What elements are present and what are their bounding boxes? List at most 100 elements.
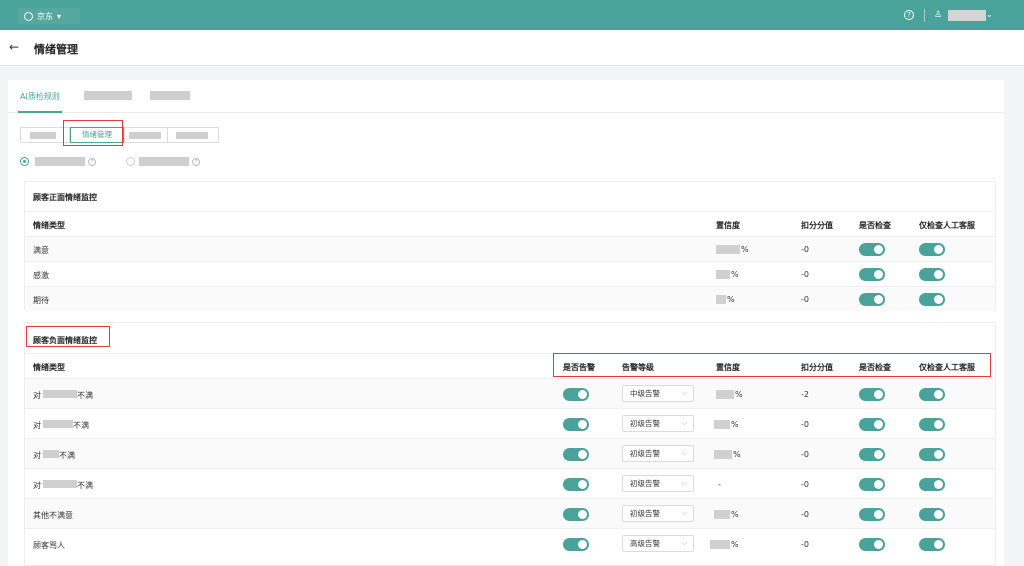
segment-label-redacted — [129, 132, 161, 139]
section-title: 顾客正面情绪监控 — [33, 193, 97, 202]
region-selector[interactable]: 京东 ▾ — [18, 8, 80, 24]
table-row: 对 不满 初级告警 ⌵ % -0 — [25, 408, 995, 438]
tab-redacted[interactable] — [84, 91, 132, 100]
only-agent-toggle[interactable] — [919, 243, 945, 256]
table-row: 顾客骂人 高级告警 ⌵ % -0 — [25, 528, 995, 558]
radio-option-2[interactable] — [126, 157, 135, 166]
user-icon[interactable]: ♙ — [934, 10, 943, 20]
select-value: 高级告警 — [630, 539, 660, 548]
main-card: AI质检规则 情绪管理 ? ? 顾客正面情绪监控 情绪类型 置信度 扣分分值 是… — [8, 80, 1004, 566]
alarm-level-select[interactable]: 初级告警 ⌵ — [622, 475, 694, 492]
check-toggle[interactable] — [859, 418, 885, 431]
check-toggle[interactable] — [859, 448, 885, 461]
tab-redacted[interactable] — [150, 91, 190, 100]
deduct-value: -0 — [801, 245, 809, 254]
table-row: 其他不满意 初级告警 ⌵ % -0 — [25, 498, 995, 528]
username-redacted[interactable] — [948, 10, 986, 21]
alarm-level-select[interactable]: 高级告警 ⌵ — [622, 535, 694, 552]
emotion-suffix: 不满 — [59, 451, 75, 460]
only-agent-toggle[interactable] — [919, 388, 945, 401]
divider — [924, 9, 925, 22]
emotion-type: 满意 — [33, 246, 49, 255]
confidence-unit: % — [733, 450, 741, 459]
segment-label-redacted — [30, 132, 56, 139]
emotion-target-redacted — [43, 390, 77, 398]
chevron-down-icon: ⌵ — [681, 539, 687, 547]
alarm-toggle[interactable] — [563, 538, 589, 551]
alarm-level-select[interactable]: 初级告警 ⌵ — [622, 445, 694, 462]
confidence-redacted[interactable] — [716, 270, 730, 279]
check-toggle[interactable] — [859, 538, 885, 551]
confidence-redacted[interactable] — [714, 420, 730, 429]
table-row: 期待 % -0 — [25, 286, 995, 311]
user-menu-chevron-icon[interactable]: ⌄ — [986, 10, 993, 19]
only-agent-toggle[interactable] — [919, 293, 945, 306]
col-confidence: 置信度 — [716, 221, 740, 230]
emotion-prefix: 对 — [33, 451, 41, 460]
only-agent-toggle[interactable] — [919, 538, 945, 551]
alarm-level-select[interactable]: 中级告警 ⌵ — [622, 385, 694, 402]
emotion-prefix: 对 — [33, 421, 41, 430]
segment-redacted[interactable] — [124, 127, 168, 143]
alarm-toggle[interactable] — [563, 508, 589, 521]
emotion-prefix: 对 — [33, 481, 41, 490]
col-type: 情绪类型 — [33, 221, 65, 230]
alarm-toggle[interactable] — [563, 388, 589, 401]
only-agent-toggle[interactable] — [919, 268, 945, 281]
emotion-suffix: 不满 — [73, 421, 89, 430]
alarm-toggle[interactable] — [563, 478, 589, 491]
tab-ai-rules[interactable]: AI质检规则 — [20, 91, 60, 102]
chevron-down-icon: ⌵ — [681, 389, 687, 397]
check-toggle[interactable] — [859, 388, 885, 401]
emotion-prefix: 对 — [33, 391, 41, 400]
chevron-down-icon: ▾ — [57, 11, 62, 21]
check-toggle[interactable] — [859, 478, 885, 491]
confidence-redacted[interactable] — [716, 295, 726, 304]
help-icon[interactable]: ? — [192, 158, 200, 166]
table-row: 对 不满 中级告警 ⌵ % -2 — [25, 378, 995, 408]
tab-bar: AI质检规则 — [8, 80, 1004, 113]
confidence-redacted[interactable] — [714, 450, 732, 459]
table-header: 情绪类型 置信度 扣分分值 是否检查 仅检查人工客服 — [25, 211, 995, 236]
help-icon[interactable]: ? — [88, 158, 96, 166]
check-toggle[interactable] — [859, 268, 885, 281]
select-value: 初级告警 — [630, 479, 660, 488]
only-agent-toggle[interactable] — [919, 418, 945, 431]
confidence-value[interactable]: - — [718, 480, 721, 489]
back-arrow-icon[interactable]: ← — [9, 40, 19, 54]
radio-label-redacted — [35, 157, 85, 166]
check-toggle[interactable] — [859, 243, 885, 256]
confidence-unit: % — [735, 390, 743, 399]
alarm-toggle[interactable] — [563, 418, 589, 431]
emotion-type: 期待 — [33, 296, 49, 305]
alarm-level-select[interactable]: 初级告警 ⌵ — [622, 505, 694, 522]
cloud-icon — [24, 11, 33, 21]
highlight-box — [26, 326, 110, 347]
select-value: 初级告警 — [630, 419, 660, 428]
table-row: 对 不满 初级告警 ⌵ % -0 — [25, 438, 995, 468]
table-row: 感激 % -0 — [25, 261, 995, 286]
only-agent-toggle[interactable] — [919, 508, 945, 521]
confidence-redacted[interactable] — [714, 510, 730, 519]
confidence-redacted[interactable] — [716, 245, 740, 254]
only-agent-toggle[interactable] — [919, 478, 945, 491]
confidence-redacted[interactable] — [710, 540, 730, 549]
select-value: 初级告警 — [630, 509, 660, 518]
col-type: 情绪类型 — [33, 363, 65, 372]
confidence-redacted[interactable] — [716, 390, 734, 399]
alarm-toggle[interactable] — [563, 448, 589, 461]
alarm-level-select[interactable]: 初级告警 ⌵ — [622, 415, 694, 432]
chevron-down-icon: ⌵ — [681, 479, 687, 487]
only-agent-toggle[interactable] — [919, 448, 945, 461]
check-toggle[interactable] — [859, 508, 885, 521]
check-toggle[interactable] — [859, 293, 885, 306]
help-icon[interactable]: ? — [904, 10, 914, 20]
col-only-agent: 仅检查人工客服 — [919, 221, 975, 230]
highlight-box — [63, 120, 123, 146]
emotion-suffix: 不满 — [77, 481, 93, 490]
emotion-suffix: 不满 — [77, 391, 93, 400]
chevron-down-icon: ⌵ — [681, 509, 687, 517]
radio-option-1[interactable] — [20, 157, 29, 166]
segment-redacted[interactable] — [167, 127, 219, 143]
positive-emotion-panel: 顾客正面情绪监控 情绪类型 置信度 扣分分值 是否检查 仅检查人工客服 满意 %… — [24, 181, 996, 311]
